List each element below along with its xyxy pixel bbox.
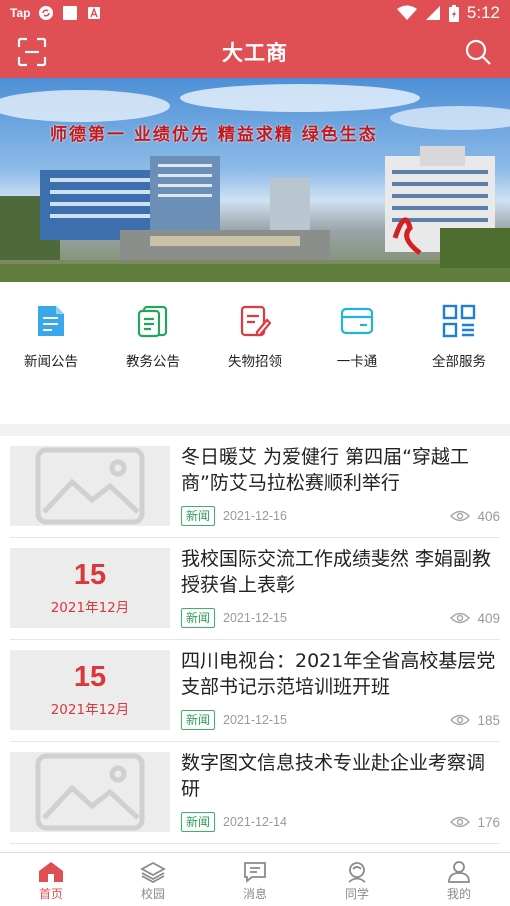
service-academic[interactable]: 教务公告 [105, 304, 201, 424]
news-title: 我校国际交流工作成绩斐然 李娟副教授获省上表彰 [181, 548, 492, 596]
service-label: 一卡通 [336, 354, 378, 370]
news-title: 数字图文信息技术专业赴企业考察调研 [181, 752, 486, 800]
tab-classmates[interactable]: 同学 [306, 853, 408, 906]
tab-label: 首页 [38, 887, 63, 901]
image-placeholder-icon [35, 753, 145, 831]
edit-doc-icon [238, 304, 272, 338]
search-button[interactable] [462, 36, 494, 68]
clock: 5:12 [466, 3, 500, 22]
home-icon [39, 862, 63, 882]
service-shortcuts: 新闻公告 教务公告 失物招领 一卡通 全部服务 [0, 282, 510, 424]
service-lost-found[interactable]: 失物招领 [207, 304, 303, 424]
news-item[interactable]: 15 2021年12月 我校国际交流工作成绩斐然 李娟副教授获省上表彰 新闻 2… [10, 538, 500, 640]
news-date: 2021-12-15 [223, 611, 287, 625]
thumb-day: 15 [73, 558, 107, 591]
scan-button[interactable] [16, 36, 48, 68]
category-tag: 新闻 [181, 608, 216, 628]
tab-label: 校园 [140, 887, 165, 901]
news-item[interactable]: 15 2021年12月 四川电视台：2021年全省高校基层党支部书记示范培训班开… [10, 640, 500, 742]
news-date: 2021-12-16 [223, 509, 287, 523]
search-icon [465, 39, 491, 65]
thumb-month: 2021年12月 [50, 701, 130, 718]
tab-label: 同学 [344, 887, 369, 901]
page-title: 大工商 [222, 41, 288, 65]
news-meta: 新闻 2021-12-16 406 [181, 505, 500, 527]
tab-label: 消息 [242, 887, 267, 901]
tab-messages[interactable]: 消息 [204, 853, 306, 906]
news-date: 2021-12-14 [223, 815, 287, 829]
service-label: 新闻公告 [24, 354, 78, 370]
app-header: 大工商 [0, 26, 510, 78]
grid-icon [442, 304, 476, 338]
view-count: 409 [450, 611, 500, 626]
eye-icon [450, 510, 471, 522]
scan-icon [17, 37, 47, 67]
a-badge-icon [88, 7, 101, 19]
service-label: 教务公告 [126, 354, 180, 370]
wifi-icon [396, 5, 417, 20]
news-date: 2021-12-15 [223, 713, 287, 727]
news-title: 冬日暖艾 为爱健行 第四届“穿越工商”防艾马拉松赛顺利举行 [181, 446, 469, 494]
layers-icon [140, 861, 166, 883]
tab-me[interactable]: 我的 [408, 853, 510, 906]
category-tag: 新闻 [181, 506, 216, 526]
banner-slogan: 师德第一 业绩优先 精益求精 绿色生态 [50, 125, 378, 145]
news-doc-icon [34, 304, 68, 338]
view-count: 176 [450, 815, 500, 830]
profile-icon [448, 861, 470, 883]
card-icon [340, 304, 374, 338]
news-item[interactable]: 冬日暖艾 为爱健行 第四届“穿越工商”防艾马拉松赛顺利举行 新闻 2021-12… [10, 436, 500, 538]
campus-banner[interactable]: 师德第一 业绩优先 精益求精 绿色生态 [0, 78, 510, 282]
signal-icon [425, 6, 440, 20]
tab-label: 我的 [446, 887, 471, 901]
view-count-value: 409 [477, 610, 500, 626]
battery-icon [448, 4, 459, 22]
sync-icon [39, 6, 54, 20]
tab-home[interactable]: 首页 [0, 853, 102, 906]
eye-icon [450, 714, 471, 726]
view-count: 406 [450, 509, 500, 524]
view-count-value: 185 [477, 712, 500, 728]
image-placeholder-icon [35, 447, 145, 525]
classmates-icon [348, 862, 366, 883]
thumb-day: 15 [73, 660, 107, 693]
tab-campus[interactable]: 校园 [102, 853, 204, 906]
status-bar: Tap 5:12 [0, 0, 510, 26]
view-count-value: 406 [477, 508, 500, 524]
news-thumbnail [10, 752, 170, 832]
news-list: 冬日暖艾 为爱健行 第四届“穿越工商”防艾马拉松赛顺利举行 新闻 2021-12… [0, 436, 510, 852]
service-label: 全部服务 [432, 354, 486, 370]
news-item[interactable]: 数字图文信息技术专业赴企业考察调研 新闻 2021-12-14 176 [10, 742, 500, 844]
message-icon [244, 862, 266, 883]
campus-photo [0, 84, 510, 282]
service-news[interactable]: 新闻公告 [3, 304, 99, 424]
service-label: 失物招领 [228, 354, 282, 370]
view-count: 185 [450, 713, 500, 728]
eye-icon [450, 612, 471, 624]
eye-icon [450, 816, 471, 828]
carrier-label: Tap [10, 6, 31, 20]
news-title: 四川电视台：2021年全省高校基层党支部书记示范培训班开班 [181, 650, 496, 698]
service-all[interactable]: 全部服务 [411, 304, 507, 424]
category-tag: 新闻 [181, 812, 216, 832]
news-date-thumbnail: 15 2021年12月 [10, 650, 170, 730]
clipboard-icon [136, 304, 170, 338]
news-meta: 新闻 2021-12-14 176 [181, 811, 500, 833]
bottom-tab-bar: 首页 校园 消息 同学 我的 [0, 852, 510, 906]
news-meta: 新闻 2021-12-15 409 [181, 607, 500, 629]
category-tag: 新闻 [181, 710, 216, 730]
thumb-month: 2021年12月 [50, 599, 130, 616]
view-count-value: 176 [477, 814, 500, 830]
news-meta: 新闻 2021-12-15 185 [181, 709, 500, 731]
service-campus-card[interactable]: 一卡通 [309, 304, 405, 424]
news-date-thumbnail: 15 2021年12月 [10, 548, 170, 628]
app-square-icon [63, 6, 78, 20]
news-thumbnail [10, 446, 170, 526]
